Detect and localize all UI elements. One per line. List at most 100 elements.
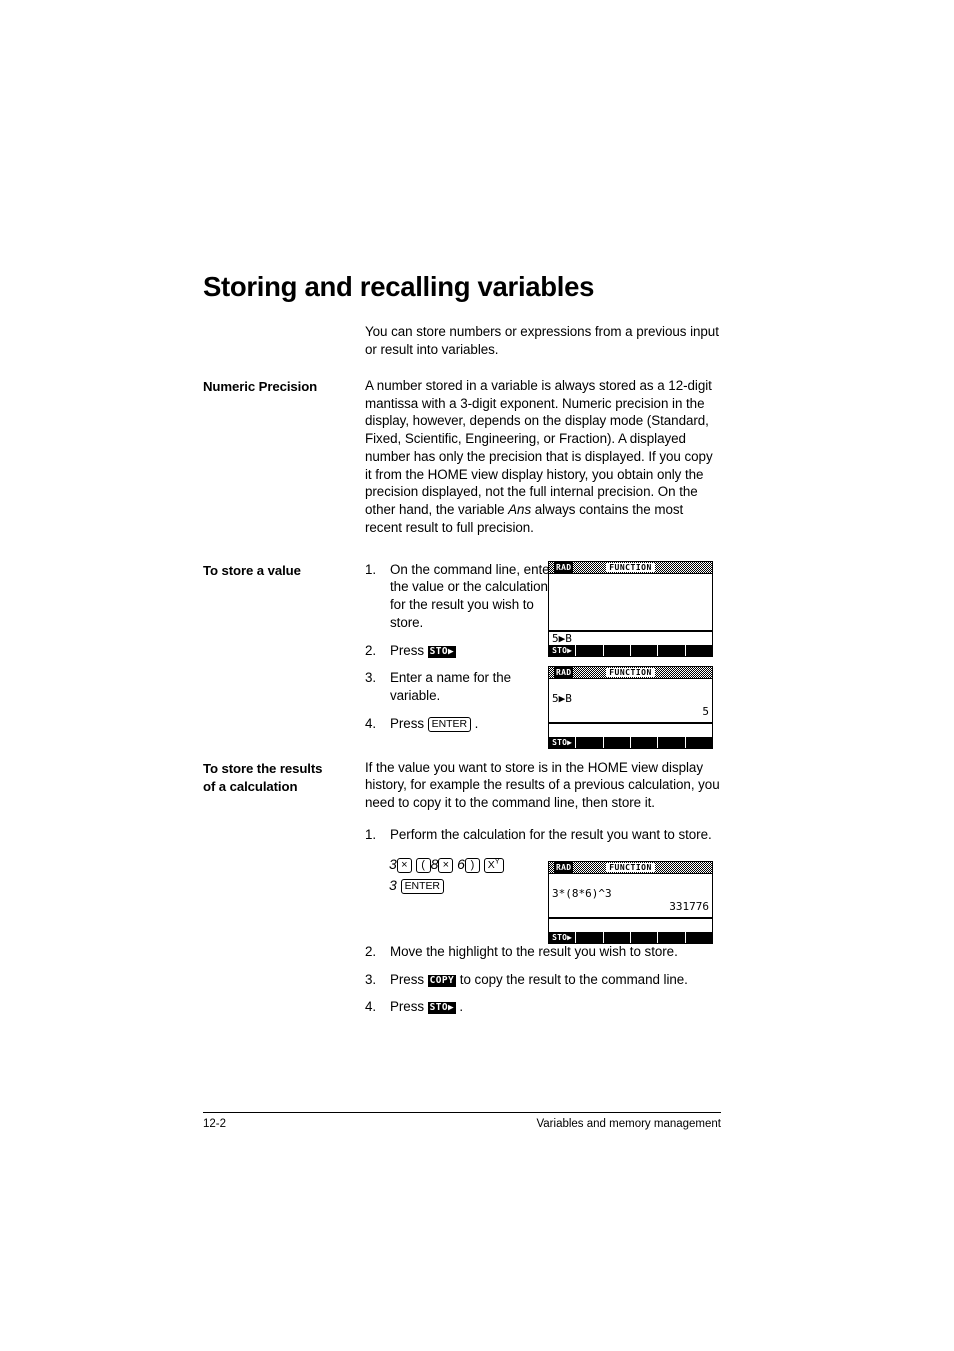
key-literal-8: 8 [430, 855, 439, 872]
calc-title-bar: RAD FUNCTION [549, 862, 712, 874]
calc-softkey-2[interactable] [576, 737, 604, 748]
step-text: Move the highlight to the result you wis… [390, 943, 678, 959]
calc-softkey-menu: STO▶ [549, 932, 712, 943]
store-results-label-line2: of a calculation [203, 779, 298, 795]
calc-command-line[interactable] [549, 724, 712, 737]
step-item: 1. On the command line, enter the value … [365, 561, 562, 632]
step-text-pre: Press [390, 715, 428, 731]
step-text-post: to copy the result to the command line. [456, 971, 688, 987]
calc-softkey-menu: STO▶ [549, 737, 712, 748]
multiply-key-2[interactable]: × [438, 857, 454, 873]
calc-app-name: FUNCTION [549, 667, 712, 678]
calc-softkey-menu: STO▶ [549, 645, 712, 656]
step-item: 3. Enter a name for the variable. [365, 669, 562, 705]
step-item: 4. Press STO▶ . [365, 998, 721, 1016]
calc-softkey-3[interactable] [604, 932, 631, 943]
sto-softkey-label: STO [429, 645, 449, 657]
keystroke-label-spacer [203, 854, 365, 855]
step-text-post: . [471, 715, 479, 731]
calc-command-line[interactable] [549, 919, 712, 932]
step-item: 4. Press ENTER . [365, 715, 562, 733]
store-value-label: To store a value [203, 562, 301, 578]
calc-softkey-sto[interactable]: STO▶ [549, 932, 577, 943]
store-results-step1-row: 1. Perform the calculation for the resul… [203, 826, 721, 844]
numeric-precision-text-part1: A number stored in a variable is always … [365, 377, 713, 517]
calc-softkey-5[interactable] [658, 737, 686, 748]
step-item: 2. Move the highlight to the result you … [365, 943, 721, 961]
calc-softkey-4[interactable] [631, 645, 659, 656]
step-text-post: . [455, 999, 464, 1015]
calc-command-line[interactable]: 5▶B [549, 632, 712, 645]
step-number: 4. [365, 999, 377, 1015]
calc-softkey-5[interactable] [658, 932, 686, 943]
copy-softkey[interactable]: COPY [427, 974, 457, 987]
step-number: 1. [365, 561, 377, 577]
section-numeric-precision: Numeric Precision A number stored in a v… [203, 377, 721, 537]
numeric-precision-label: Numeric Precision [203, 378, 318, 394]
store-results-step1-body: 1. Perform the calculation for the resul… [365, 826, 721, 844]
store-results-steps-after: 2. Move the highlight to the result you … [365, 943, 721, 1016]
close-paren-key[interactable]: ) [464, 857, 480, 873]
steps-label-spacer [203, 943, 365, 944]
step-text: Enter a name for the variable. [390, 670, 512, 703]
store-results-label: To store the results of a calculation [203, 759, 365, 798]
power-key[interactable]: XY [483, 857, 504, 873]
calc-app-name: FUNCTION [549, 562, 712, 573]
numeric-precision-paragraph: A number stored in a variable is always … [365, 377, 721, 537]
section-store-results: To store the results of a calculation If… [203, 759, 721, 812]
calc-softkey-sto[interactable]: STO▶ [549, 737, 577, 748]
footer-chapter-title: Variables and memory management [536, 1118, 721, 1130]
step-number: 2. [365, 642, 377, 658]
calc-title-bar: RAD FUNCTION [549, 562, 712, 574]
step-item: 3. Press COPY to copy the result to the … [365, 971, 721, 989]
step-item: 1. Perform the calculation for the resul… [365, 826, 721, 844]
calc-app-name: FUNCTION [549, 862, 712, 873]
step1-label-spacer [203, 826, 365, 827]
page-title: Storing and recalling variables [203, 271, 595, 302]
calc-softkey-4[interactable] [631, 737, 659, 748]
calc-softkey-sto[interactable]: STO▶ [549, 645, 577, 656]
footer-page-number: 12-2 [203, 1118, 227, 1130]
store-results-text: If the value you want to store is in the… [365, 759, 720, 811]
calc-history-entry: 5▶B [552, 692, 572, 705]
step-text-pre: Press [390, 642, 428, 658]
calc-softkey-3[interactable] [604, 737, 631, 748]
step-text: Perform the calculation for the result y… [390, 826, 712, 842]
calc-softkey-2[interactable] [576, 932, 604, 943]
intro-text: You can store numbers or expressions fro… [365, 324, 719, 357]
calc-softkey-6[interactable] [686, 737, 712, 748]
step-text-pre: Press [390, 971, 428, 987]
key-literal-3: 3 [389, 855, 397, 872]
step-number: 2. [365, 943, 377, 959]
calc-softkey-6[interactable] [686, 932, 712, 943]
sto-softkey-2-label: STO [429, 1002, 449, 1014]
calc-softkey-6[interactable] [686, 645, 712, 656]
calc-history-result: 5 [702, 705, 709, 718]
sto-softkey-arrow: ▶ [448, 645, 454, 657]
calc-history-entry: 3*(8*6)^3 [552, 887, 612, 900]
intro-label-spacer [203, 323, 365, 324]
calc-history [549, 574, 712, 630]
enter-keybox[interactable]: ENTER [427, 716, 471, 732]
calc-history-line [552, 874, 709, 887]
step-item: 2. Press STO▶ [365, 642, 562, 660]
calc-softkey-4[interactable] [631, 932, 659, 943]
footer-divider [203, 1112, 721, 1113]
calc-title-bar: RAD FUNCTION [549, 667, 712, 679]
ans-variable-italic: Ans [508, 502, 532, 517]
open-paren-key[interactable]: ( [415, 857, 431, 873]
sto-softkey-2[interactable]: STO▶ [427, 1002, 456, 1015]
sto-softkey[interactable]: STO▶ [427, 645, 456, 658]
calc-history-result: 331776 [669, 900, 709, 913]
copy-softkey-label: COPY [429, 974, 455, 986]
enter-key[interactable]: ENTER [400, 879, 444, 895]
multiply-key[interactable]: × [396, 857, 412, 873]
calc-softkey-2[interactable] [576, 645, 604, 656]
store-results-body: If the value you want to store is in the… [365, 759, 721, 812]
page-footer: 12-2 Variables and memory management [203, 1117, 721, 1132]
step-number: 4. [365, 715, 377, 731]
calc-softkey-3[interactable] [604, 645, 631, 656]
step-number: 3. [365, 971, 377, 987]
calc-softkey-5[interactable] [658, 645, 686, 656]
step-number: 3. [365, 670, 377, 686]
